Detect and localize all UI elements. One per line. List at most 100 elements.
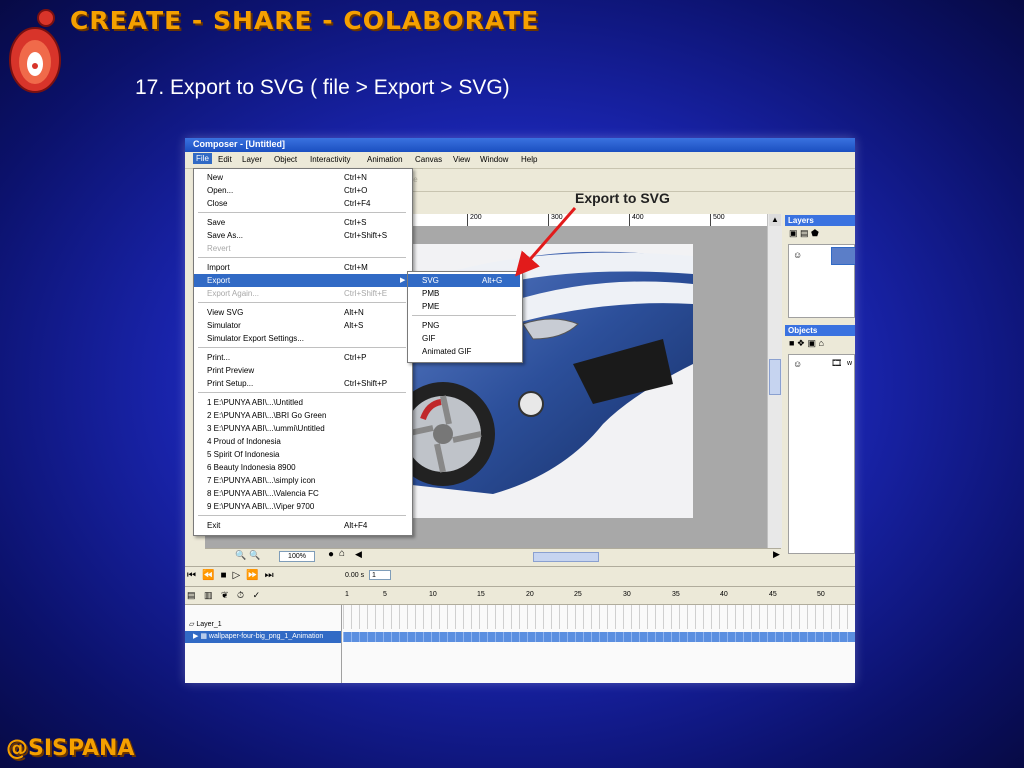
export-pmb-item[interactable]: PMB	[408, 287, 520, 300]
recent-file-item[interactable]: 7 E:\PUNYA ABI\...\simply icon	[194, 474, 410, 487]
scroll-left-arrow-icon[interactable]: ◀	[355, 549, 362, 560]
export-animated-gif-item[interactable]: Animated GIF	[408, 345, 520, 358]
vertical-scroll-thumb[interactable]	[769, 359, 781, 395]
record-icon[interactable]: ●	[328, 549, 334, 560]
frame-number: 40	[720, 591, 728, 598]
status-bar: 🔍 🔍 100% ● ⌂ ◀ ▶	[205, 548, 781, 563]
menu-item-shortcut: Alt+G	[482, 276, 503, 285]
vertical-scrollbar[interactable]: ▲	[767, 214, 782, 548]
menu-item-open[interactable]: Open... Ctrl+O	[194, 184, 410, 197]
scroll-up-arrow-icon[interactable]: ▲	[769, 214, 781, 226]
menu-separator	[198, 212, 406, 213]
export-pme-item[interactable]: PME	[408, 300, 520, 313]
menu-item-label: 5 Spirit Of Indonesia	[207, 450, 280, 459]
menu-item-print-preview[interactable]: Print Preview	[194, 364, 410, 377]
menu-file[interactable]: File	[193, 153, 212, 164]
menu-item-label: New	[207, 173, 224, 182]
menu-item-save-as[interactable]: Save As... Ctrl+Shift+S	[194, 229, 410, 242]
export-png-item[interactable]: PNG	[408, 319, 520, 332]
menu-view[interactable]: View	[453, 155, 470, 164]
frame-input[interactable]: 1	[369, 570, 391, 580]
recent-file-item[interactable]: 5 Spirit Of Indonesia	[194, 448, 410, 461]
zoom-icon[interactable]: 🔍	[235, 550, 246, 561]
ruler-tick: 500	[710, 214, 725, 226]
menu-item-label: Export	[207, 276, 231, 285]
timeline-area: ▱ Layer_1 ▶ ▦ wallpaper-four-big_png_1_A…	[185, 604, 855, 683]
menu-animation[interactable]: Animation	[367, 155, 403, 164]
menu-item-label: 4 Proud of Indonesia	[207, 437, 281, 446]
menu-item-shortcut: Ctrl+N	[344, 173, 367, 182]
object-tools-icons[interactable]: ■ ❖ ▣ ⌂	[789, 338, 824, 349]
menu-canvas[interactable]: Canvas	[415, 155, 442, 164]
menu-item-print-setup[interactable]: Print Setup... Ctrl+Shift+P	[194, 377, 410, 390]
menu-item-close[interactable]: Close Ctrl+F4	[194, 197, 410, 210]
composer-window: Composer - [Untitled] File Edit Layer Ob…	[185, 138, 855, 683]
object-visibility-icon[interactable]: ☺	[793, 359, 802, 369]
menu-item-simulator-export-settings[interactable]: Simulator Export Settings...	[194, 332, 410, 345]
menu-edit[interactable]: Edit	[218, 155, 232, 164]
recent-file-item[interactable]: 8 E:\PUNYA ABI\...\Valencia FC	[194, 487, 410, 500]
menu-item-label: 6 Beauty Indonesia 8900	[207, 463, 296, 472]
frame-number: 20	[526, 591, 534, 598]
recent-file-item[interactable]: 2 E:\PUNYA ABI\...\BRI Go Green	[194, 409, 410, 422]
home-icon[interactable]: ⌂	[339, 548, 345, 559]
menu-item-exit[interactable]: Exit Alt+F4	[194, 519, 410, 532]
menu-item-print[interactable]: Print... Ctrl+P	[194, 351, 410, 364]
menu-interactivity[interactable]: Interactivity	[310, 155, 350, 164]
menu-separator	[412, 315, 516, 316]
menu-item-export[interactable]: Export ▶	[194, 274, 410, 287]
menu-item-new[interactable]: New Ctrl+N	[194, 171, 410, 184]
menu-help[interactable]: Help	[521, 155, 537, 164]
menu-item-revert: Revert	[194, 242, 410, 255]
menu-item-import[interactable]: Import Ctrl+M	[194, 261, 410, 274]
slide-banner: CREATE - SHARE - COLABORATE	[70, 6, 540, 35]
menu-layer[interactable]: Layer	[242, 155, 262, 164]
slide-title: 17. Export to SVG ( file > Export > SVG)	[135, 76, 510, 99]
layer-visibility-icon[interactable]: ☺	[793, 250, 802, 260]
frame-number: 15	[477, 591, 485, 598]
horizontal-scroll-thumb[interactable]	[533, 552, 599, 562]
menu-item-view-svg[interactable]: View SVG Alt+N	[194, 306, 410, 319]
export-gif-item[interactable]: GIF	[408, 332, 520, 345]
menu-bar: File Edit Layer Object Interactivity Ani…	[185, 152, 855, 169]
timeline-object-name: wallpaper-four-big_png_1_Animation	[208, 633, 324, 640]
timeline-grid	[343, 605, 855, 629]
recent-file-item[interactable]: 9 E:\PUNYA ABI\...\Viper 9700	[194, 500, 410, 513]
object-name-partial: w	[847, 360, 853, 367]
recent-file-item[interactable]: 6 Beauty Indonesia 8900	[194, 461, 410, 474]
export-svg-item[interactable]: SVG Alt+G	[408, 274, 520, 287]
timeline-object-row[interactable]: ▶ ▦ wallpaper-four-big_png_1_Animation	[185, 631, 341, 643]
zoom-level-field[interactable]: 100%	[279, 551, 315, 562]
timeline-tools-icons[interactable]: ▤ ▥ ❦ ⏱ ✓	[187, 590, 263, 601]
recent-file-item[interactable]: 3 E:\PUNYA ABI\...\ummi\Untitled	[194, 422, 410, 435]
menu-item-label: PMB	[422, 289, 440, 298]
objects-panel-header: Objects	[785, 325, 855, 336]
layer-thumbnail[interactable]	[831, 247, 855, 265]
menu-item-label: Animated GIF	[422, 347, 472, 356]
menu-item-simulator[interactable]: Simulator Alt+S	[194, 319, 410, 332]
menu-separator	[198, 302, 406, 303]
menu-item-shortcut: Ctrl+M	[344, 263, 368, 272]
objects-list[interactable]: ☺ 🎞 w	[788, 354, 855, 554]
recent-file-item[interactable]: 4 Proud of Indonesia	[194, 435, 410, 448]
timeline-layer-row[interactable]: ▱ Layer_1	[189, 620, 222, 628]
frame-number: 30	[623, 591, 631, 598]
recent-file-item[interactable]: 1 E:\PUNYA ABI\...\Untitled	[194, 396, 410, 409]
playback-buttons-icons[interactable]: ⏮⏪■▷⏩⏭	[187, 570, 280, 581]
frame-numbers: 1 5 10 15 20 25 30 35 40 45 50	[343, 588, 855, 602]
menu-object[interactable]: Object	[274, 155, 297, 164]
layers-list[interactable]: ☺	[788, 244, 855, 318]
menu-item-label: Exit	[207, 521, 221, 530]
ruler-tick: 200	[467, 214, 482, 226]
zoom-out-icon[interactable]: 🔍	[249, 550, 260, 561]
ruler-tick: 300	[548, 214, 563, 226]
menu-window[interactable]: Window	[480, 155, 508, 164]
window-title: Composer - [Untitled]	[185, 138, 855, 152]
menu-separator	[198, 392, 406, 393]
menu-item-save[interactable]: Save Ctrl+S	[194, 216, 410, 229]
layer-tools-icons[interactable]: ▣ ▤ ⬟	[789, 228, 819, 239]
menu-separator	[198, 515, 406, 516]
scroll-right-arrow-icon[interactable]: ▶	[773, 549, 780, 560]
animation-frames-bar[interactable]	[343, 632, 855, 642]
menu-item-export-again: Export Again... Ctrl+Shift+E	[194, 287, 410, 300]
